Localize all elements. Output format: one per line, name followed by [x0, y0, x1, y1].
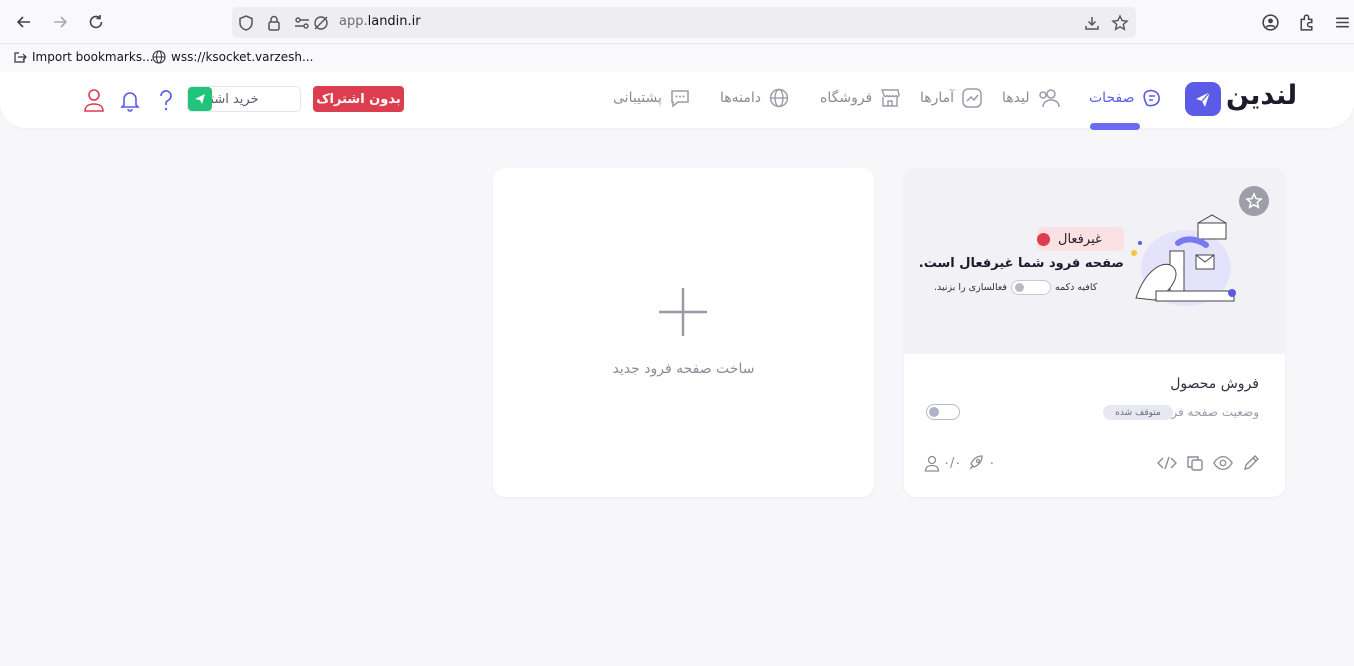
help-icon[interactable]	[155, 88, 177, 112]
download-page-icon[interactable]	[1083, 14, 1101, 32]
page-preview[interactable]: غیرفعال صفحه فرود شما غیرفعال است. کافیه…	[904, 168, 1285, 354]
nav-label: آمارها	[920, 90, 955, 106]
bookmark-ksocket[interactable]: wss://ksocket.varzesh...	[152, 50, 313, 64]
page-active-toggle[interactable]	[926, 404, 960, 420]
page-actions	[1157, 453, 1261, 473]
nav-support[interactable]: پشتیبانی	[613, 87, 691, 109]
inactive-status-badge: غیرفعال	[1037, 227, 1124, 251]
landing-page-card: غیرفعال صفحه فرود شما غیرفعال است. کافیه…	[904, 168, 1285, 497]
browser-toolbar: app.landin.ir	[0, 0, 1354, 44]
nav-leads[interactable]: لیدها	[1002, 87, 1061, 109]
no-subscription-badge[interactable]: بدون اشتراک	[313, 86, 404, 112]
permissions-icon[interactable]	[293, 14, 311, 32]
inactive-badge-label: غیرفعال	[1058, 231, 1102, 247]
status-badge: متوقف شده	[1103, 405, 1173, 420]
forward-icon[interactable]	[47, 9, 73, 35]
bookmark-import[interactable]: Import bookmarks...	[13, 50, 154, 64]
account-icon[interactable]	[1261, 13, 1280, 32]
status-row: وضعیت صفحه فرود متوقف شده	[924, 404, 1259, 422]
nav-label: دامنه‌ها	[720, 90, 762, 106]
plus-icon	[659, 288, 707, 336]
buy-subscription-button[interactable]: خرید اشتراک	[187, 86, 301, 112]
nav-label: فروشگاه	[820, 90, 873, 106]
extensions-icon[interactable]	[1297, 13, 1316, 32]
favorite-star-icon[interactable]	[1239, 186, 1269, 216]
rocket-icon	[969, 455, 984, 470]
address-bar[interactable]: app.landin.ir	[232, 7, 1136, 38]
logo-text: لندین	[1226, 80, 1298, 111]
users-icon	[924, 455, 940, 472]
bookmarks-bar: Import bookmarks... wss://ksocket.varzes…	[0, 44, 1354, 72]
nav-domains[interactable]: دامنه‌ها	[720, 87, 790, 109]
page-title[interactable]: فروش محصول	[924, 376, 1259, 392]
code-icon[interactable]	[1157, 453, 1177, 473]
pages-icon	[1143, 89, 1161, 107]
nav-label: پشتیبانی	[613, 90, 662, 106]
hint-toggle-illustration	[1010, 279, 1051, 295]
rocket-icon	[188, 87, 212, 111]
edit-pencil-icon[interactable]	[1241, 453, 1261, 473]
visits-count: ۰	[988, 455, 996, 471]
menu-icon[interactable]	[1333, 13, 1352, 32]
create-page-card[interactable]: ساخت صفحه فرود جدید	[493, 168, 874, 497]
app-header: لندین صفحات لیدها آمارها فروشگاه دامنه‌ه…	[0, 72, 1354, 130]
leads-count: ۰/۰	[943, 455, 962, 471]
shield-icon	[239, 15, 253, 31]
nav-label: صفحات	[1089, 90, 1135, 106]
user-profile-icon[interactable]	[83, 88, 105, 112]
create-page-label: ساخت صفحه فرود جدید	[612, 361, 755, 377]
nav-store[interactable]: فروشگاه	[820, 87, 901, 109]
bookmark-star-icon[interactable]	[1111, 14, 1129, 32]
status-dot	[1037, 232, 1050, 246]
back-icon[interactable]	[11, 9, 37, 35]
reload-icon[interactable]	[83, 9, 109, 35]
nav-pages[interactable]: صفحات	[1089, 87, 1163, 109]
inactive-title: صفحه فرود شما غیرفعال است.	[918, 256, 1124, 271]
status-label: وضعیت صفحه فرود	[1160, 405, 1259, 419]
lock-icon	[268, 15, 280, 31]
url-text: app.landin.ir	[339, 14, 421, 29]
globe-icon	[152, 50, 166, 64]
hint-text-after: فعالسازی را بزنید.	[934, 281, 1007, 293]
nav-label: لیدها	[1002, 90, 1030, 106]
users-icon	[1038, 89, 1060, 108]
preview-eye-icon[interactable]	[1213, 453, 1233, 473]
url-host: app.	[339, 14, 368, 29]
chat-icon	[671, 90, 689, 108]
duplicate-icon[interactable]	[1185, 453, 1205, 473]
inactive-illustration	[1131, 214, 1236, 306]
nav-stats[interactable]: آمارها	[920, 87, 983, 109]
import-icon	[14, 52, 27, 63]
inactive-hint: کافیه دکمه فعالسازی را بزنید.	[934, 278, 1124, 296]
store-icon	[881, 89, 900, 107]
logo-icon[interactable]	[1185, 82, 1221, 116]
hint-text-before: کافیه دکمه	[1054, 281, 1098, 293]
page-stats: ۰/۰ ۰	[924, 453, 995, 473]
bell-icon[interactable]	[119, 88, 141, 112]
chart-icon	[962, 88, 982, 108]
active-nav-indicator	[1090, 123, 1140, 130]
url-domain: landin.ir	[367, 14, 421, 29]
tracking-off-icon[interactable]	[312, 14, 330, 32]
bookmark-label: Import bookmarks...	[32, 50, 154, 64]
bookmark-label: wss://ksocket.varzesh...	[171, 50, 314, 64]
globe-icon	[769, 88, 789, 108]
